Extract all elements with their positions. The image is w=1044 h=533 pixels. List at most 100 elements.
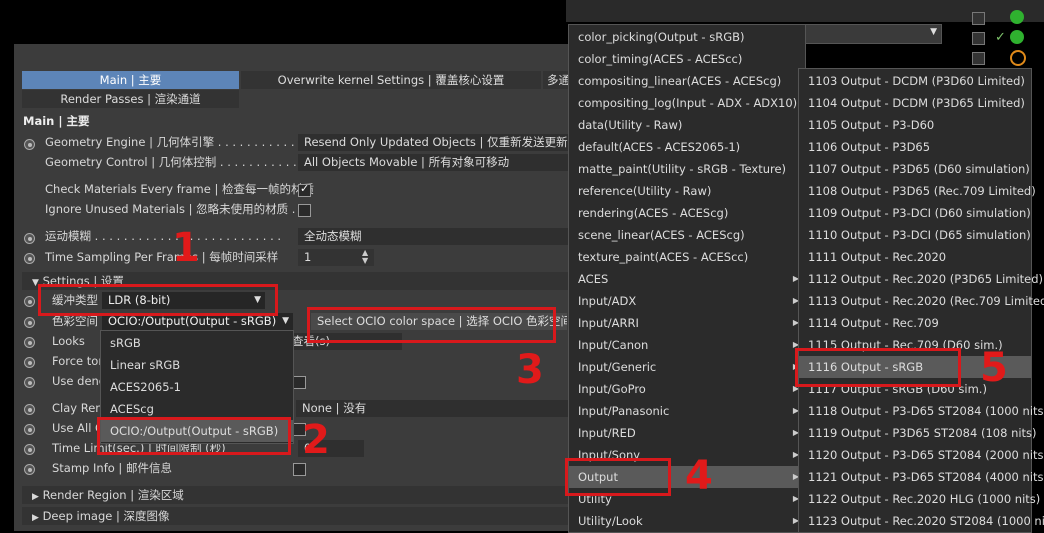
- deep-image-section[interactable]: ▶ Deep image | 深度图像: [22, 507, 574, 525]
- output-menu-item[interactable]: 1108 Output - P3D65 (Rec.709 Limited): [799, 180, 1036, 202]
- top-dropdown[interactable]: ▼: [800, 24, 942, 44]
- output-menu-item[interactable]: 1109 Output - P3-DCI (D60 simulation): [799, 202, 1031, 224]
- check-green-icon[interactable]: ✓: [995, 30, 1006, 45]
- use-all-label: Use All C: [52, 421, 104, 435]
- geometry-control-label: Geometry Control | 几何体控制 . . . . . . . .…: [45, 155, 312, 169]
- keyframe-radio[interactable]: [24, 404, 35, 415]
- ocio-menu-item-label: color_timing(ACES - ACEScc): [578, 52, 743, 66]
- output-menu-item[interactable]: 1110 Output - P3-DCI (D65 simulation): [799, 224, 1031, 246]
- layer-icon[interactable]: [972, 12, 985, 25]
- ocio-menu-item-label: default(ACES - ACES2065-1): [578, 140, 741, 154]
- ocio-menu-item-label: matte_paint(Utility - sRGB - Texture): [578, 162, 787, 176]
- keyframe-radio[interactable]: [24, 253, 35, 264]
- output-menu-item[interactable]: 1113 Output - Rec.2020 (Rec.709 Limited): [799, 290, 1044, 312]
- keyframe-radio[interactable]: [24, 464, 35, 475]
- output-menu-item[interactable]: 1104 Output - DCDM (P3D65 Limited): [799, 92, 1031, 114]
- ocio-menu-item[interactable]: data(Utility - Raw): [569, 114, 805, 136]
- output-menu-item[interactable]: 1114 Output - Rec.709: [799, 312, 1031, 334]
- clay-render-field[interactable]: None | 没有: [296, 400, 572, 417]
- ocio-menu-item-label: Input/ADX: [578, 294, 637, 308]
- ignore-materials-checkbox[interactable]: [298, 204, 311, 217]
- output-menu-item[interactable]: 1106 Output - P3D65: [799, 136, 1031, 158]
- ignore-materials-label: Ignore Unused Materials | 忽略未使用的材质 . . .: [45, 202, 311, 216]
- green-light-icon[interactable]: [1010, 30, 1024, 44]
- annotation-number-1: 1: [172, 225, 200, 271]
- output-menu-item[interactable]: 1107 Output - P3D65 (D60 simulation): [799, 158, 1031, 180]
- annotation-box-4: [565, 458, 671, 496]
- ocio-menu-item[interactable]: reference(Utility - Raw): [569, 180, 805, 202]
- ocio-menu-item[interactable]: Input/GoPro ▶: [569, 378, 805, 400]
- stamp-info-checkbox[interactable]: [293, 463, 306, 476]
- annotation-box-3: [307, 307, 556, 343]
- output-menu-item[interactable]: 1111 Output - Rec.2020: [799, 246, 1031, 268]
- ocio-menu-item[interactable]: default(ACES - ACES2065-1): [569, 136, 805, 158]
- keyframe-radio[interactable]: [24, 233, 35, 244]
- tab-overwrite-kernel[interactable]: Overwrite kernel Settings | 覆盖核心设置: [241, 71, 541, 89]
- ocio-menu-item[interactable]: Input/ARRI ▶: [569, 312, 805, 334]
- output-menu-item[interactable]: 1120 Output - P3-D65 ST2084 (2000 nits): [799, 444, 1044, 466]
- ocio-menu-item[interactable]: color_picking(Output - sRGB): [569, 26, 805, 48]
- ocio-menu-item-label: Input/Canon: [578, 338, 649, 352]
- geometry-engine-field[interactable]: Resend Only Updated Objects | 仅重新发送更新的: [298, 134, 574, 151]
- output-menu-item[interactable]: 1121 Output - P3-D65 ST2084 (4000 nits): [799, 466, 1044, 488]
- ocio-menu-item-label: compositing_linear(ACES - ACEScg): [578, 74, 782, 88]
- keyframe-radio[interactable]: [24, 424, 35, 435]
- output-menu-item[interactable]: 1123 Output - Rec.2020 ST2084 (1000 nits…: [799, 510, 1044, 532]
- deep-image-label: Deep image | 深度图像: [42, 509, 170, 523]
- colorspace-option[interactable]: Linear sRGB: [101, 354, 293, 376]
- ocio-menu-item[interactable]: Input/ADX ▶: [569, 290, 805, 312]
- expand-arrow-icon: ▶: [32, 513, 39, 523]
- ocio-menu-item[interactable]: Utility/Look ▶: [569, 510, 805, 532]
- render-region-section[interactable]: ▶ Render Region | 渲染区域: [22, 486, 574, 504]
- annotation-box-1: [38, 284, 278, 316]
- output-menu-item[interactable]: 1122 Output - Rec.2020 HLG (1000 nits): [799, 488, 1040, 510]
- ocio-menu-item-label: compositing_log(Input - ADX - ADX10): [578, 96, 798, 110]
- ocio-menu-item[interactable]: Input/Canon ▶: [569, 334, 805, 356]
- layer-icon[interactable]: [972, 32, 985, 45]
- ocio-menu-item[interactable]: Input/RED ▶: [569, 422, 805, 444]
- use-denoise-checkbox[interactable]: [293, 376, 306, 389]
- annotation-number-2: 2: [302, 417, 330, 463]
- output-menu-item[interactable]: 1112 Output - Rec.2020 (P3D65 Limited): [799, 268, 1043, 290]
- geometry-control-field[interactable]: All Objects Movable | 所有对象可移动: [298, 154, 574, 171]
- keyframe-radio[interactable]: [24, 317, 35, 328]
- output-menu-item[interactable]: 1103 Output - DCDM (P3D60 Limited): [799, 70, 1031, 92]
- green-light-icon[interactable]: [1010, 10, 1024, 24]
- output-menu-item[interactable]: 1118 Output - P3-D65 ST2084 (1000 nits): [799, 400, 1044, 422]
- keyframe-radio[interactable]: [24, 296, 35, 307]
- stepper-arrows-icon[interactable]: ▲ ▼: [362, 249, 368, 265]
- ocio-menu-item[interactable]: compositing_log(Input - ADX - ADX10): [569, 92, 805, 114]
- keyframe-radio[interactable]: [24, 444, 35, 455]
- output-menu-item[interactable]: 1105 Output - P3-D60: [799, 114, 1031, 136]
- chevron-down-icon: ▼: [930, 27, 937, 37]
- ocio-menu-item[interactable]: compositing_linear(ACES - ACEScg): [569, 70, 805, 92]
- keyframe-radio[interactable]: [24, 337, 35, 348]
- output-submenu: 1103 Output - DCDM (P3D60 Limited) 1104 O…: [798, 68, 1044, 533]
- tab-render-passes[interactable]: Render Passes | 渲染通道: [22, 90, 239, 108]
- keyframe-radio[interactable]: [24, 357, 35, 368]
- ocio-menu-item[interactable]: ACES ▶: [569, 268, 805, 290]
- ocio-menu-item-label: data(Utility - Raw): [578, 118, 683, 132]
- ocio-menu-item[interactable]: matte_paint(Utility - sRGB - Texture): [569, 158, 805, 180]
- ocio-menu-item[interactable]: Input/Panasonic ▶: [569, 400, 805, 422]
- output-menu-item[interactable]: 1119 Output - P3D65 ST2084 (108 nits): [799, 422, 1037, 444]
- keyframe-radio[interactable]: [24, 139, 35, 150]
- ocio-menu-item-label: Input/ARRI: [578, 316, 639, 330]
- ocio-menu-item[interactable]: color_timing(ACES - ACEScc): [569, 48, 805, 70]
- motion-blur-field[interactable]: 全动态模糊: [298, 228, 574, 245]
- ocio-menu-item[interactable]: texture_paint(ACES - ACEScc): [569, 246, 805, 268]
- expand-arrow-icon: ▶: [32, 492, 39, 502]
- ocio-menu-item[interactable]: scene_linear(ACES - ACEScg): [569, 224, 805, 246]
- ocio-menu-item[interactable]: rendering(ACES - ACEScg): [569, 202, 805, 224]
- ocio-menu-item-label: scene_linear(ACES - ACEScg): [578, 228, 745, 242]
- disabled-icon[interactable]: [1010, 50, 1026, 66]
- annotation-number-4: 4: [685, 453, 713, 499]
- colorspace-option[interactable]: sRGB: [101, 332, 293, 354]
- looks-label: Looks: [52, 334, 85, 348]
- keyframe-radio[interactable]: [24, 377, 35, 388]
- tab-main[interactable]: Main | 主要: [22, 71, 239, 89]
- check-materials-checkbox[interactable]: [298, 182, 311, 197]
- layer-icon[interactable]: [972, 52, 985, 65]
- ocio-menu-item[interactable]: Input/Generic ▶: [569, 356, 805, 378]
- colorspace-option[interactable]: ACES2065-1: [101, 376, 293, 398]
